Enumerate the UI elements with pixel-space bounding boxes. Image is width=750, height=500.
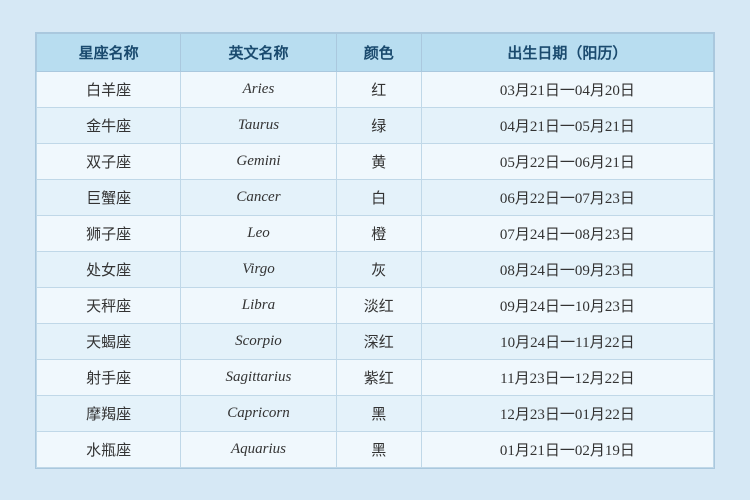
cell-chinese-name: 摩羯座 [37, 395, 181, 431]
table-row: 水瓶座Aquarius黑01月21日一02月19日 [37, 431, 714, 467]
header-color: 颜色 [336, 33, 421, 71]
cell-chinese-name: 狮子座 [37, 215, 181, 251]
cell-chinese-name: 巨蟹座 [37, 179, 181, 215]
table-row: 天秤座Libra淡红09月24日一10月23日 [37, 287, 714, 323]
cell-color: 黑 [336, 431, 421, 467]
cell-color: 红 [336, 71, 421, 107]
table-row: 天蝎座Scorpio深红10月24日一11月22日 [37, 323, 714, 359]
cell-color: 黑 [336, 395, 421, 431]
cell-dates: 07月24日一08月23日 [421, 215, 713, 251]
table-row: 狮子座Leo橙07月24日一08月23日 [37, 215, 714, 251]
cell-english-name: Capricorn [181, 395, 337, 431]
header-dates: 出生日期（阳历） [421, 33, 713, 71]
table-row: 金牛座Taurus绿04月21日一05月21日 [37, 107, 714, 143]
cell-dates: 09月24日一10月23日 [421, 287, 713, 323]
cell-color: 白 [336, 179, 421, 215]
table-row: 摩羯座Capricorn黑12月23日一01月22日 [37, 395, 714, 431]
cell-dates: 01月21日一02月19日 [421, 431, 713, 467]
cell-chinese-name: 处女座 [37, 251, 181, 287]
table-row: 双子座Gemini黄05月22日一06月21日 [37, 143, 714, 179]
cell-english-name: Cancer [181, 179, 337, 215]
cell-color: 橙 [336, 215, 421, 251]
cell-chinese-name: 白羊座 [37, 71, 181, 107]
cell-english-name: Libra [181, 287, 337, 323]
cell-english-name: Aquarius [181, 431, 337, 467]
cell-english-name: Sagittarius [181, 359, 337, 395]
cell-color: 淡红 [336, 287, 421, 323]
table-row: 射手座Sagittarius紫红11月23日一12月22日 [37, 359, 714, 395]
cell-chinese-name: 双子座 [37, 143, 181, 179]
table-row: 处女座Virgo灰08月24日一09月23日 [37, 251, 714, 287]
cell-english-name: Taurus [181, 107, 337, 143]
cell-chinese-name: 天秤座 [37, 287, 181, 323]
zodiac-table: 星座名称 英文名称 颜色 出生日期（阳历） 白羊座Aries红03月21日一04… [36, 33, 714, 468]
cell-dates: 05月22日一06月21日 [421, 143, 713, 179]
cell-chinese-name: 水瓶座 [37, 431, 181, 467]
cell-dates: 10月24日一11月22日 [421, 323, 713, 359]
cell-dates: 06月22日一07月23日 [421, 179, 713, 215]
cell-color: 灰 [336, 251, 421, 287]
cell-dates: 11月23日一12月22日 [421, 359, 713, 395]
header-english-name: 英文名称 [181, 33, 337, 71]
cell-chinese-name: 射手座 [37, 359, 181, 395]
cell-dates: 12月23日一01月22日 [421, 395, 713, 431]
table-row: 巨蟹座Cancer白06月22日一07月23日 [37, 179, 714, 215]
table-header-row: 星座名称 英文名称 颜色 出生日期（阳历） [37, 33, 714, 71]
cell-color: 黄 [336, 143, 421, 179]
cell-dates: 04月21日一05月21日 [421, 107, 713, 143]
cell-color: 绿 [336, 107, 421, 143]
cell-dates: 03月21日一04月20日 [421, 71, 713, 107]
cell-english-name: Virgo [181, 251, 337, 287]
cell-english-name: Leo [181, 215, 337, 251]
cell-chinese-name: 金牛座 [37, 107, 181, 143]
cell-dates: 08月24日一09月23日 [421, 251, 713, 287]
cell-english-name: Aries [181, 71, 337, 107]
cell-english-name: Gemini [181, 143, 337, 179]
cell-chinese-name: 天蝎座 [37, 323, 181, 359]
header-chinese-name: 星座名称 [37, 33, 181, 71]
cell-english-name: Scorpio [181, 323, 337, 359]
cell-color: 深红 [336, 323, 421, 359]
table-body: 白羊座Aries红03月21日一04月20日金牛座Taurus绿04月21日一0… [37, 71, 714, 467]
table-row: 白羊座Aries红03月21日一04月20日 [37, 71, 714, 107]
zodiac-table-wrapper: 星座名称 英文名称 颜色 出生日期（阳历） 白羊座Aries红03月21日一04… [35, 32, 715, 469]
cell-color: 紫红 [336, 359, 421, 395]
